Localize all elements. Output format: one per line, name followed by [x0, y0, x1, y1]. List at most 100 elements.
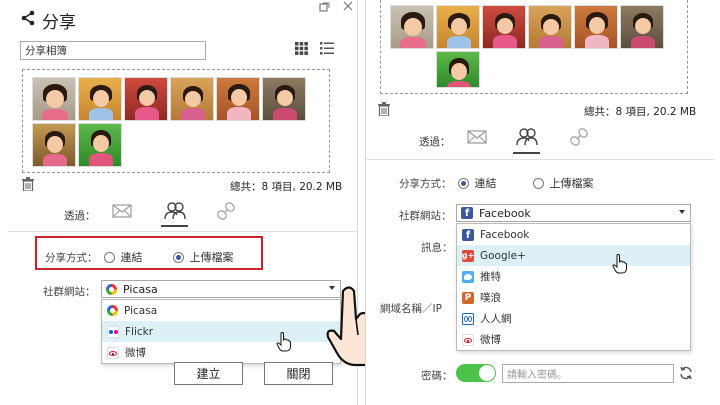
- photo-thumbnail[interactable]: [620, 5, 664, 49]
- restore-window-icon[interactable]: [319, 2, 330, 16]
- share-icon: [20, 10, 36, 31]
- option-label: 人人網: [480, 313, 512, 325]
- total-items-text: 總共：8 項目, 20.2 MB: [230, 181, 343, 193]
- share-method-label: 分享方式：: [45, 251, 98, 264]
- dropdown-option-flickr[interactable]: Flickr: [102, 321, 340, 342]
- social-selected-value: Facebook: [479, 206, 531, 220]
- total-items-text: 總共：8 項目, 20.2 MB: [584, 106, 697, 118]
- social-dropdown-list: f Facebook g+ Google+ 推特 P 噗浪 人人網 微博: [456, 223, 691, 351]
- social-selected-value: Picasa: [123, 282, 158, 296]
- option-label: 推特: [480, 271, 501, 283]
- radio-link-label[interactable]: 連結: [475, 175, 497, 191]
- photo-thumbnail[interactable]: [436, 51, 480, 88]
- picasa-icon: [106, 283, 117, 295]
- photo-drop-area[interactable]: [380, 0, 688, 94]
- share-method-row: 分享方式： 連結 上傳檔案: [399, 175, 594, 191]
- envelope-icon[interactable]: [467, 130, 487, 147]
- facebook-icon: f: [462, 228, 474, 241]
- dialog-title-text: 分享: [42, 13, 76, 33]
- photo-thumbnail[interactable]: [528, 5, 572, 49]
- social-network-select[interactable]: Picasa: [101, 280, 341, 298]
- section-divider: [8, 231, 357, 232]
- option-label: Google+: [480, 249, 526, 262]
- dropdown-option-plurk[interactable]: P 噗浪: [457, 287, 690, 308]
- envelope-icon[interactable]: [112, 204, 132, 221]
- dropdown-option-googleplus[interactable]: g+ Google+: [457, 245, 690, 266]
- option-label: Picasa: [124, 304, 158, 317]
- social-dropdown-list: Picasa Flickr 微博: [101, 299, 341, 364]
- radio-upload-label[interactable]: 上傳檔案: [550, 175, 594, 191]
- dropdown-option-weibo[interactable]: 微博: [457, 329, 690, 350]
- photo-thumbnail[interactable]: [78, 123, 122, 167]
- photo-thumbnail[interactable]: [32, 77, 76, 121]
- photo-thumbnail[interactable]: [574, 5, 618, 49]
- photo-thumbnail[interactable]: [32, 123, 76, 167]
- people-icon[interactable]: [515, 127, 539, 150]
- photo-thumbnail[interactable]: [78, 77, 122, 121]
- hand-pointer-icon: [612, 254, 628, 277]
- plurk-icon: P: [462, 291, 474, 304]
- photo-thumbnail[interactable]: [390, 5, 434, 49]
- social-network-select[interactable]: f Facebook: [456, 204, 691, 222]
- picasa-icon: [107, 305, 118, 316]
- create-button[interactable]: 建立: [174, 362, 243, 385]
- dropdown-option-facebook[interactable]: f Facebook: [457, 224, 690, 245]
- people-icon[interactable]: [163, 201, 187, 224]
- dropdown-option-twitter[interactable]: 推特: [457, 266, 690, 287]
- share-method-row: 分享方式： 連結 上傳檔案: [45, 249, 234, 265]
- flickr-icon: [107, 325, 119, 338]
- option-label: Facebook: [480, 228, 530, 241]
- googleplus-icon: g+: [461, 249, 475, 262]
- password-input[interactable]: 請輸入密碼。: [502, 364, 674, 383]
- photo-thumbnail[interactable]: [262, 77, 306, 121]
- share-dialog-link: 總共：8 項目, 20.2 MB 透過： 分享方式： 連結 上傳檔案 社群網站：…: [365, 0, 715, 405]
- active-tab-indicator: [161, 225, 188, 227]
- list-icon[interactable]: [320, 42, 334, 59]
- trash-icon[interactable]: [22, 177, 34, 195]
- via-label: 透過：: [419, 136, 451, 148]
- message-label: 訊息：: [421, 242, 453, 254]
- close-button[interactable]: 關閉: [264, 362, 333, 385]
- section-divider: [366, 159, 715, 160]
- weibo-icon: [107, 346, 119, 359]
- close-window-icon[interactable]: [343, 0, 353, 14]
- photo-thumbnail[interactable]: [436, 5, 480, 49]
- social-network-label: 社群網站：: [43, 286, 96, 298]
- photo-drop-area[interactable]: [22, 69, 330, 173]
- dropdown-option-renren[interactable]: 人人網: [457, 308, 690, 329]
- option-label: 微博: [125, 347, 146, 359]
- link-icon[interactable]: [570, 128, 588, 149]
- photo-thumbnail[interactable]: [124, 77, 168, 121]
- share-method-label: 分享方式：: [399, 177, 452, 190]
- album-name-input[interactable]: 分享相簿: [20, 41, 206, 60]
- weibo-icon: [462, 333, 474, 346]
- twitter-icon: [462, 270, 474, 283]
- facebook-icon: f: [461, 207, 473, 219]
- radio-upload[interactable]: [172, 251, 184, 263]
- option-label: 微博: [480, 334, 501, 346]
- social-network-label: 社群網站：: [399, 210, 452, 222]
- dropdown-option-weibo[interactable]: 微博: [102, 342, 340, 363]
- radio-upload[interactable]: [532, 177, 544, 189]
- radio-link[interactable]: [457, 177, 469, 189]
- share-dialog-upload: 分享 分享相簿 總共：8 項目, 20.2 MB 透過： 分享方式： 連結 上傳…: [8, 0, 358, 405]
- domain-ip-label: 網域名稱／IP: [380, 303, 442, 315]
- grid-icon[interactable]: [295, 42, 308, 59]
- via-label: 透過：: [64, 210, 96, 222]
- photo-thumbnail[interactable]: [482, 5, 526, 49]
- radio-link-label[interactable]: 連結: [121, 249, 143, 265]
- photo-thumbnail[interactable]: [170, 77, 214, 121]
- option-label: Flickr: [125, 325, 154, 338]
- radio-link[interactable]: [103, 251, 115, 263]
- password-toggle[interactable]: [456, 364, 496, 382]
- radio-upload-label[interactable]: 上傳檔案: [190, 249, 234, 265]
- renren-icon: [462, 312, 474, 325]
- photo-thumbnail[interactable]: [216, 77, 260, 121]
- hand-pointer-icon: [276, 332, 292, 355]
- option-label: 噗浪: [480, 292, 501, 304]
- dropdown-option-picasa[interactable]: Picasa: [102, 300, 340, 321]
- trash-icon[interactable]: [378, 102, 390, 120]
- dialog-title: 分享: [20, 8, 76, 33]
- link-icon[interactable]: [217, 202, 235, 223]
- refresh-icon[interactable]: [679, 366, 693, 383]
